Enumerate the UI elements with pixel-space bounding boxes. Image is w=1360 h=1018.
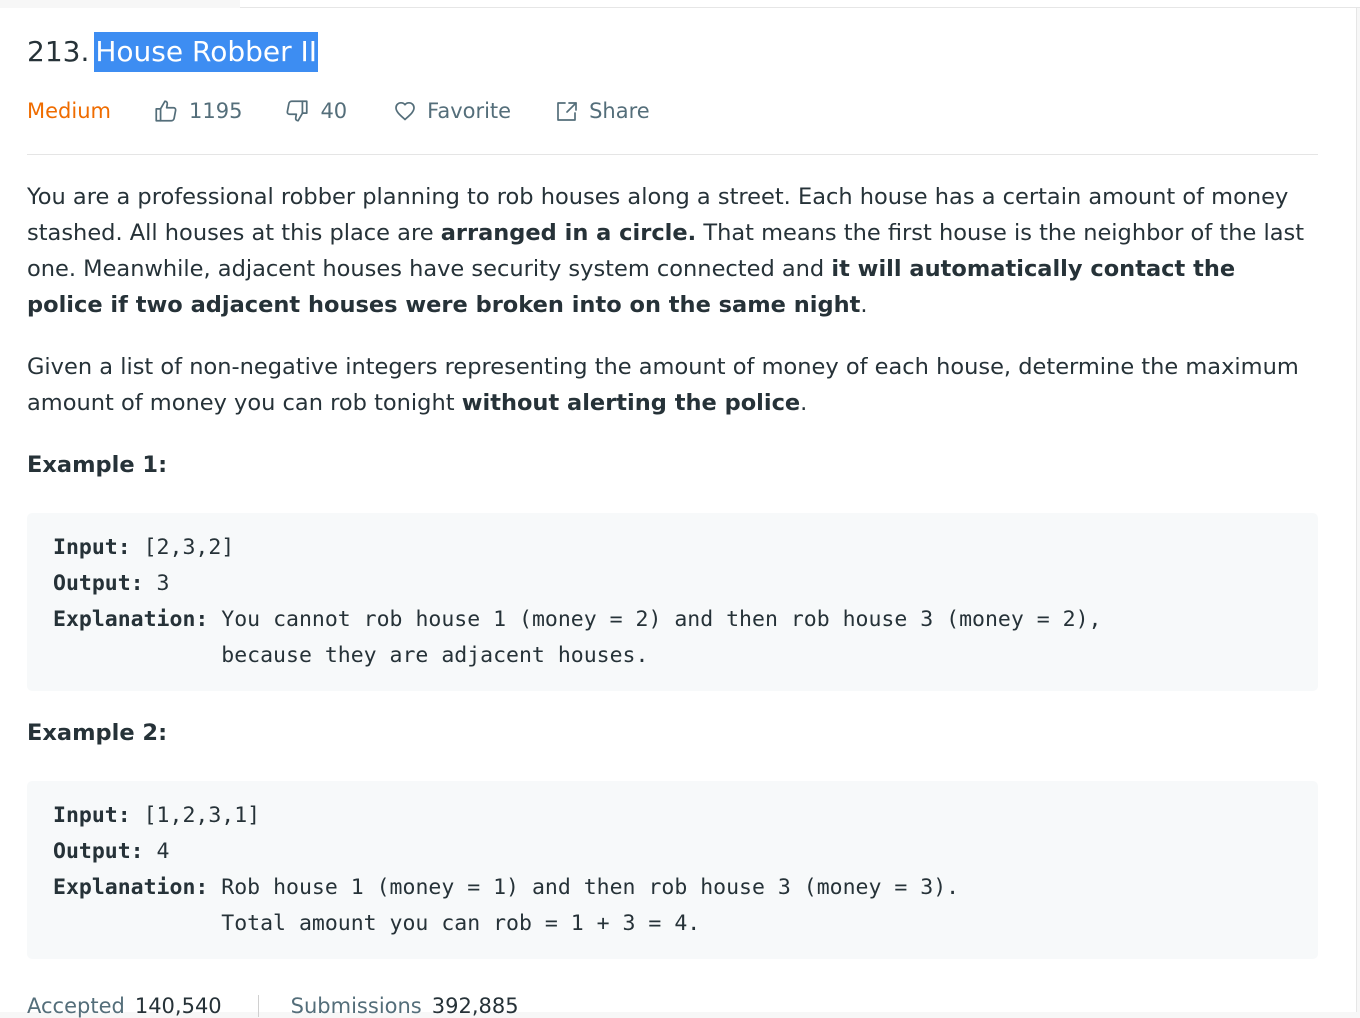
bold-text-run: arranged in a circle. xyxy=(440,220,697,246)
explanation-label: Explanation: xyxy=(53,607,209,632)
example-2-code-block: Input: [1,2,3,1] Output: 4 Explanation: … xyxy=(27,781,1318,959)
favorite-label: Favorite xyxy=(427,99,512,123)
problem-content: You are a professional robber planning t… xyxy=(27,179,1318,959)
text-run: . xyxy=(800,390,808,416)
input-value: [2,3,2] xyxy=(130,535,235,560)
difficulty-badge: Medium xyxy=(27,99,111,123)
example-2-heading: Example 2: xyxy=(27,720,168,746)
explanation-line-2: because they are adjacent houses. xyxy=(53,643,649,668)
accepted-label: Accepted xyxy=(27,994,125,1018)
top-tab-strip xyxy=(240,0,1360,8)
explanation-line-2: Total amount you can rob = 1 + 3 = 4. xyxy=(53,911,701,936)
output-label: Output: xyxy=(53,571,144,596)
example-1-heading: Example 1: xyxy=(27,452,168,478)
share-label: Share xyxy=(589,99,650,123)
like-count: 1195 xyxy=(188,99,243,123)
example-1-code-block: Input: [2,3,2] Output: 3 Explanation: Yo… xyxy=(27,513,1318,691)
problem-title: 213. House Robber II xyxy=(27,30,319,74)
submissions-label: Submissions xyxy=(290,994,422,1018)
share-icon xyxy=(555,99,579,123)
output-value: 4 xyxy=(143,839,170,864)
stats-divider xyxy=(257,995,259,1017)
accepted-count: 140,540 xyxy=(134,994,222,1018)
dislike-count: 40 xyxy=(320,99,348,123)
description-paragraph-1: You are a professional robber planning t… xyxy=(27,179,1318,323)
output-label: Output: xyxy=(53,839,144,864)
dislike-button[interactable]: 40 xyxy=(284,98,347,124)
input-label: Input: xyxy=(53,535,131,560)
description-paragraph-2: Given a list of non-negative integers re… xyxy=(27,349,1318,421)
like-button[interactable]: 1195 xyxy=(153,98,242,124)
thumbs-down-icon xyxy=(284,98,310,124)
explanation-label: Explanation: xyxy=(53,875,209,900)
output-value: 3 xyxy=(143,571,170,596)
thumbs-up-icon xyxy=(153,98,179,124)
share-button[interactable]: Share xyxy=(555,99,650,123)
problem-name[interactable]: House Robber II xyxy=(94,32,319,72)
text-run: . xyxy=(860,292,868,318)
problem-meta-bar: Medium 1195 40 Favorite Share xyxy=(27,96,650,126)
favorite-button[interactable]: Favorite xyxy=(393,99,511,123)
input-value: [1,2,3,1] xyxy=(130,803,261,828)
submissions-count: 392,885 xyxy=(431,994,519,1018)
bold-text-run: without alerting the police xyxy=(461,390,801,416)
input-label: Input: xyxy=(53,803,131,828)
heart-icon xyxy=(393,99,417,123)
header-divider xyxy=(27,154,1318,155)
submission-stats: Accepted 140,540 Submissions 392,885 xyxy=(27,994,519,1018)
problem-number: 213. xyxy=(27,35,90,68)
explanation-line-1: You cannot rob house 1 (money = 2) and t… xyxy=(208,607,1102,632)
explanation-line-1: Rob house 1 (money = 1) and then rob hou… xyxy=(208,875,960,900)
